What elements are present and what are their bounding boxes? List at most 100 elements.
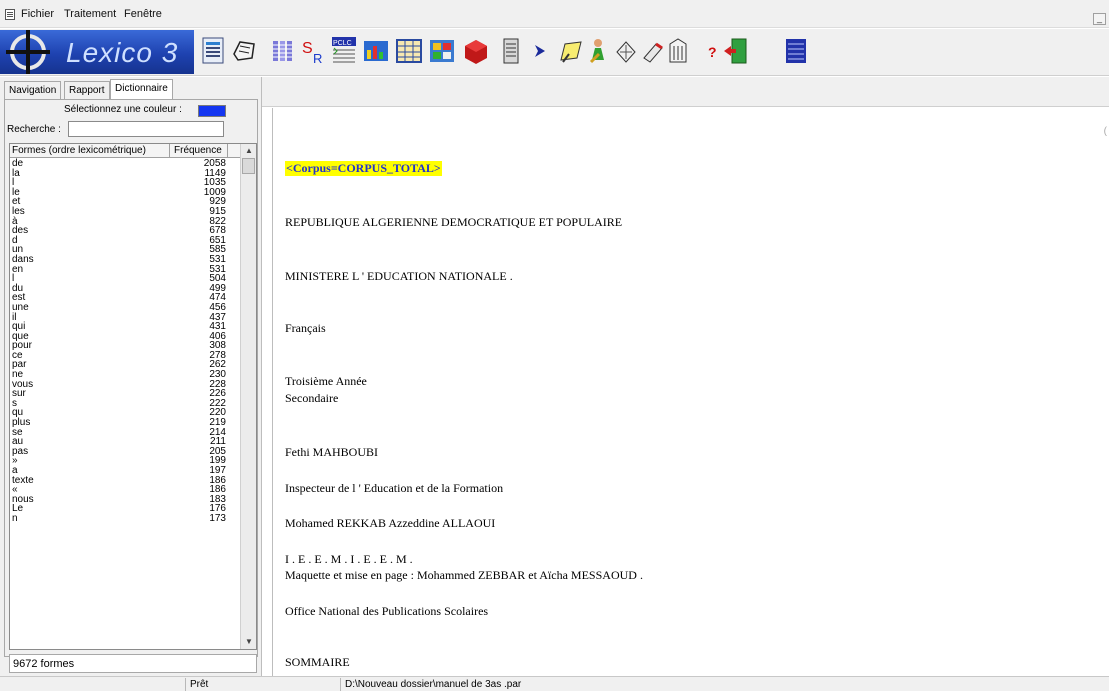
table-row[interactable]: les 915 [10, 206, 228, 217]
table-row[interactable]: » 199 [10, 456, 228, 466]
table-row[interactable]: nous 183 [10, 494, 228, 505]
document-line: MINISTERE L ' EDUCATION NATIONALE . [285, 269, 513, 283]
table-row[interactable]: dans 531 [10, 254, 228, 265]
app-logo: Lexico 3 [0, 30, 194, 74]
document-line: I . E . E . M . I . E . E . M . [285, 552, 413, 566]
pclc-icon[interactable]: PCLC [330, 36, 358, 66]
table-row[interactable]: Le 176 [10, 504, 228, 514]
segments-icon[interactable] [270, 36, 298, 66]
table-row[interactable]: une 456 [10, 302, 228, 313]
search-input[interactable] [68, 121, 224, 137]
table-row[interactable]: ne 230 [10, 370, 228, 380]
table-row[interactable]: du 499 [10, 283, 228, 294]
table-row[interactable]: ce 278 [10, 350, 228, 361]
document-list-icon[interactable] [200, 36, 228, 66]
document-line: Mohamed REKKAB Azzeddine ALLAOUI [285, 516, 496, 530]
forms-table: Formes (ordre lexicométrique) Fréquence … [9, 143, 257, 650]
document-view[interactable]: ( <Corpus=CORPUS_TOTAL> REPUBLIQUE ALGER… [272, 108, 1109, 676]
table-row[interactable]: l 1035 [10, 178, 228, 188]
tab-rapport[interactable]: Rapport [64, 81, 110, 99]
table-row[interactable]: et 929 [10, 197, 228, 207]
svg-text:PCLC: PCLC [333, 40, 352, 47]
exit-door-icon[interactable] [722, 36, 750, 66]
svg-text:S: S [302, 40, 313, 57]
menu-fichier[interactable]: Fichier [21, 8, 54, 20]
table-row[interactable]: par 262 [10, 360, 228, 370]
book-icon[interactable] [497, 36, 525, 66]
tools-icon[interactable] [612, 36, 640, 66]
document-line: Fethi MAHBOUBI [285, 445, 379, 459]
menu-fenetre[interactable]: Fenêtre [124, 8, 162, 20]
table-row[interactable]: pas 205 [10, 446, 228, 457]
table-row[interactable]: de 2058 [10, 159, 228, 169]
document-header [262, 77, 1109, 107]
menu-bar: Fichier Traitement Fenêtre _ [0, 0, 1109, 28]
minimize-button[interactable]: _ [1093, 13, 1106, 25]
document-line: Troisième Année [285, 374, 367, 388]
red-cube-icon[interactable] [462, 36, 490, 66]
chart-icon[interactable] [362, 36, 390, 66]
system-menu-icon[interactable] [5, 9, 15, 20]
form-cell: n [12, 512, 18, 524]
table-row[interactable]: un 585 [10, 245, 228, 255]
table-row[interactable]: pour 308 [10, 341, 228, 351]
forms-count: 9672 formes [9, 654, 257, 673]
document-line: REPUBLIQUE ALGERIENNE DEMOCRATIQUE ET PO… [285, 215, 623, 229]
table-row[interactable]: vous 228 [10, 379, 228, 390]
table-row[interactable]: que 406 [10, 331, 228, 342]
table-row[interactable]: l 504 [10, 274, 228, 284]
table-row[interactable]: a 197 [10, 466, 228, 476]
table-row[interactable]: est 474 [10, 293, 228, 303]
menu-traitement[interactable]: Traitement [64, 8, 116, 20]
color-label: Sélectionnez une couleur : [64, 104, 182, 115]
document-line: Secondaire [285, 391, 339, 405]
table-row[interactable]: plus 219 [10, 418, 228, 428]
pencil-icon[interactable] [557, 36, 585, 66]
table-row[interactable]: sur 226 [10, 389, 228, 399]
sr-icon[interactable]: S R [300, 36, 328, 66]
scroll-up-arrow-icon[interactable]: ▲ [241, 144, 256, 158]
table-row[interactable]: la 1149 [10, 168, 228, 179]
table-row[interactable]: texte 186 [10, 475, 228, 486]
table-icon[interactable] [395, 36, 423, 66]
table-row[interactable]: au 211 [10, 437, 228, 447]
column-header-frequence[interactable]: Fréquence [170, 144, 228, 158]
person-icon[interactable] [583, 36, 611, 66]
table-row[interactable]: à 822 [10, 216, 228, 227]
color-picker[interactable] [198, 105, 226, 117]
table-row[interactable]: s 222 [10, 398, 228, 409]
grid-icon[interactable] [428, 36, 456, 66]
table-row[interactable]: qui 431 [10, 322, 228, 332]
table-row[interactable]: «186 [10, 485, 228, 495]
table-row[interactable]: qu 220 [10, 408, 228, 418]
edge-mark: ( [1103, 126, 1107, 137]
document-line: Office National des Publications Scolair… [285, 604, 489, 618]
table-row[interactable]: en 531 [10, 264, 228, 275]
scroll-thumb[interactable] [242, 158, 255, 174]
open-hand-icon[interactable] [230, 36, 258, 66]
table-row[interactable]: il 437 [10, 312, 228, 323]
frequency-cell: 173 [209, 512, 226, 524]
tower-icon[interactable] [664, 36, 692, 66]
table-row[interactable]: le 1009 [10, 187, 228, 198]
cabinet-icon[interactable] [782, 36, 810, 66]
tab-navigation[interactable]: Navigation [4, 81, 62, 99]
document-line: Maquette et mise en page : Mohammed ZEBB… [285, 568, 643, 582]
arrow-icon[interactable] [527, 36, 555, 66]
document-line: SOMMAIRE [285, 655, 350, 669]
table-row[interactable]: des 678 [10, 226, 228, 236]
scroll-down-arrow-icon[interactable]: ▼ [241, 635, 256, 649]
column-header-formes[interactable]: Formes (ordre lexicométrique) [10, 144, 170, 158]
table-header: Formes (ordre lexicométrique) Fréquence [10, 144, 241, 158]
table-row[interactable]: n 173 [10, 512, 228, 524]
dictionary-panel: Navigation Rapport Dictionnaire Sélectio… [0, 77, 262, 676]
table-row[interactable]: se 214 [10, 427, 228, 438]
vertical-scrollbar[interactable]: ▲ ▼ [240, 144, 256, 649]
tab-dictionnaire[interactable]: Dictionnaire [110, 79, 173, 100]
logo-crosshair-icon [6, 30, 50, 74]
status-cell-empty [0, 678, 185, 691]
svg-text:R: R [313, 51, 322, 66]
status-text: Prêt [185, 678, 340, 691]
toolbar: Lexico 3 S R PCLC ? [0, 29, 1109, 76]
table-row[interactable]: d 651 [10, 235, 228, 246]
